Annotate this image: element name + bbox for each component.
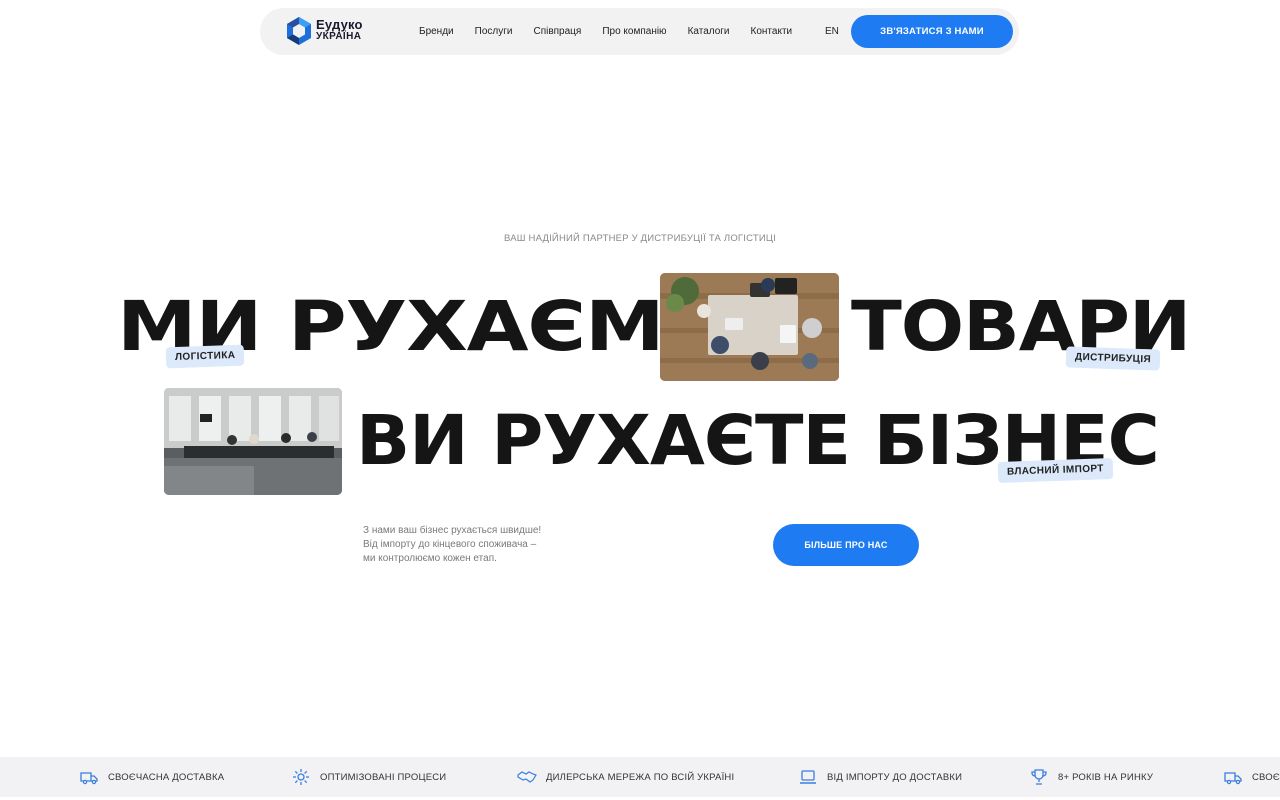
ticker-item: ОПТИМІЗОВАНІ ПРОЦЕСИ: [291, 757, 446, 797]
ticker-label: СВОЄЧАСНА ДОСТАВКА: [1252, 771, 1280, 783]
nav-catalogs[interactable]: Каталоги: [688, 26, 730, 37]
nav-services[interactable]: Послуги: [475, 26, 513, 37]
ticker-item: СВОЄЧАСНА ДОСТАВКА: [79, 757, 224, 797]
truck-icon: [1224, 772, 1242, 785]
ticker-label: ОПТИМІЗОВАНІ ПРОЦЕСИ: [320, 771, 447, 783]
nav-about[interactable]: Про компанію: [602, 26, 666, 37]
conference-room-photo: [164, 388, 342, 495]
laptop-icon: [800, 770, 816, 784]
main-nav: Бренди Послуги Співпраця Про компанію Ка…: [419, 8, 813, 55]
ticker-item: ВІД ІМПОРТУ ДО ДОСТАВКИ: [798, 757, 962, 797]
truck-icon: [80, 772, 98, 785]
ticker-label: СВОЄЧАСНА ДОСТАВКА: [108, 771, 225, 783]
ticker-item: ДИЛЕРСЬКА МЕРЕЖА ПО ВСІЙ УКРАЇНІ: [517, 757, 734, 797]
office-meeting-photo: [660, 273, 839, 381]
tag-logistics: ЛОГІСТИКА: [165, 344, 245, 369]
ticker-item: 8+ РОКІВ НА РИНКУ: [1029, 757, 1153, 797]
description-line: ми контролюємо кожен етап.: [363, 553, 497, 564]
gear-icon: [293, 769, 309, 785]
features-ticker: СВОЄЧАСНА ДОСТАВКА ОПТИМІЗОВАНІ ПРОЦЕСИ …: [0, 757, 1280, 797]
logo-line1: Еудуко: [316, 17, 363, 32]
ticker-item: СВОЄЧАСНА ДОСТАВКА: [1223, 757, 1280, 797]
nav-brands[interactable]: Бренди: [419, 26, 454, 37]
contact-us-button[interactable]: ЗВ'ЯЗАТИСЯ З НАМИ: [851, 15, 1013, 48]
handshake-icon: [517, 771, 537, 783]
language-switch[interactable]: EN: [825, 26, 839, 37]
header-bar: Еудуко УКРАЇНА Бренди Послуги Співпраця …: [260, 8, 1019, 55]
description-line: З нами ваш бізнес рухається швидше!: [363, 525, 542, 536]
tag-distribution: ДИСТРИБУЦІЯ: [1065, 346, 1161, 371]
hero-tagline: ВАШ НАДІЙНИЙ ПАРТНЕР У ДИСТРИБУЦІЇ ТА ЛО…: [504, 233, 776, 244]
trophy-icon: [1031, 769, 1047, 785]
logo[interactable]: Еудуко УКРАЇНА: [284, 16, 363, 46]
description-line: Від імпорту до кінцевого споживача –: [363, 539, 537, 550]
ticker-label: ВІД ІМПОРТУ ДО ДОСТАВКИ: [827, 771, 963, 783]
ticker-label: ДИЛЕРСЬКА МЕРЕЖА ПО ВСІЙ УКРАЇНІ: [546, 771, 735, 783]
hexagon-logo-icon: [287, 17, 311, 45]
tag-own-import: ВЛАСНИЙ ІМПОРТ: [997, 458, 1114, 483]
hero-description: З нами ваш бізнес рухається швидше! Від …: [363, 524, 563, 566]
nav-cooperation[interactable]: Співпраця: [533, 26, 581, 37]
nav-contacts[interactable]: Контакти: [751, 26, 793, 37]
more-about-us-button[interactable]: БІЛЬШЕ ПРО НАС: [773, 524, 919, 566]
logo-line2: УКРАЇНА: [316, 31, 362, 42]
ticker-label: 8+ РОКІВ НА РИНКУ: [1058, 771, 1154, 783]
